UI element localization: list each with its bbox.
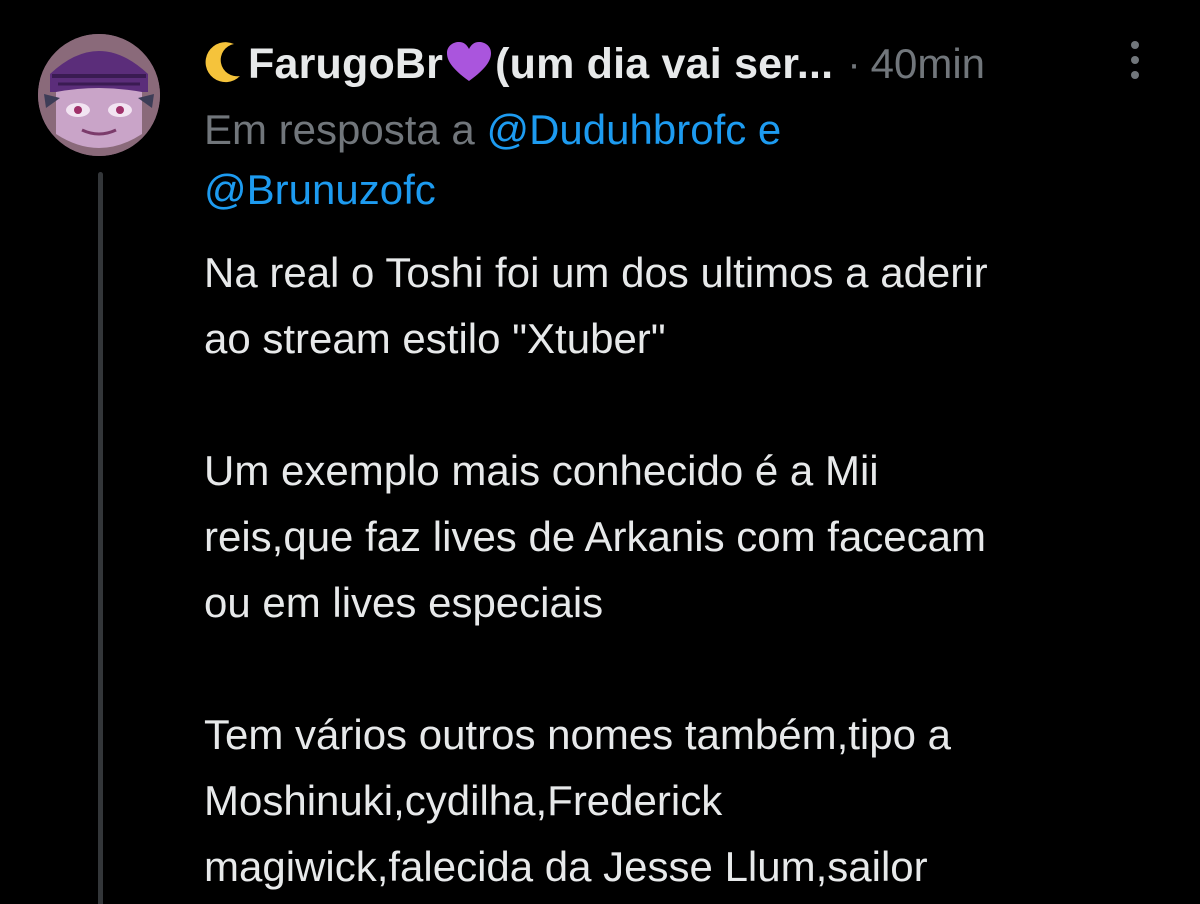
- paragraph: Na real o Toshi foi um dos ultimos a ade…: [204, 240, 1164, 372]
- tweet-reply[interactable]: FarugoBr (um dia vai ser... · 40min Em r…: [0, 0, 1200, 904]
- reply-context: Em resposta a @Duduhbrofc e @Brunuzofc: [204, 100, 1154, 220]
- reply-conjunction: e: [757, 106, 782, 153]
- purple-heart-icon: [447, 41, 492, 81]
- display-name-suffix: (um dia vai ser...: [495, 39, 834, 88]
- display-name-text: FarugoBr: [248, 39, 444, 88]
- tweet-text: Na real o Toshi foi um dos ultimos a ade…: [204, 240, 1164, 900]
- tweet-header: FarugoBr (um dia vai ser... · 40min: [204, 36, 985, 92]
- text-line: ao stream estilo "Xtuber": [204, 315, 666, 362]
- text-line: magiwick,falecida da Jesse Llum,sailor: [204, 843, 928, 890]
- mention-link-2[interactable]: @Brunuzofc: [204, 166, 436, 213]
- text-line: ou em lives especiais: [204, 579, 604, 626]
- text-line: Um exemplo mais conhecido é a Mii: [204, 447, 879, 494]
- display-name[interactable]: FarugoBr (um dia vai ser...: [204, 40, 833, 89]
- separator-dot: ·: [847, 41, 861, 86]
- timestamp[interactable]: 40min: [871, 40, 985, 88]
- crescent-moon-icon: [205, 41, 240, 82]
- paragraph: Um exemplo mais conhecido é a Mii reis,q…: [204, 438, 1164, 636]
- more-vertical-icon[interactable]: [1120, 36, 1150, 86]
- avatar[interactable]: [38, 34, 160, 156]
- paragraph: Tem vários outros nomes também,tipo a Mo…: [204, 702, 1164, 900]
- text-line: Moshinuki,cydilha,Frederick: [204, 777, 723, 824]
- text-line: Na real o Toshi foi um dos ultimos a ade…: [204, 249, 988, 296]
- text-line: reis,que faz lives de Arkanis com faceca…: [204, 513, 987, 560]
- mention-link-1[interactable]: @Duduhbrofc: [486, 106, 746, 153]
- text-line: Tem vários outros nomes também,tipo a: [204, 711, 951, 758]
- reply-prefix: Em resposta a: [204, 106, 475, 153]
- thread-line: [98, 172, 103, 904]
